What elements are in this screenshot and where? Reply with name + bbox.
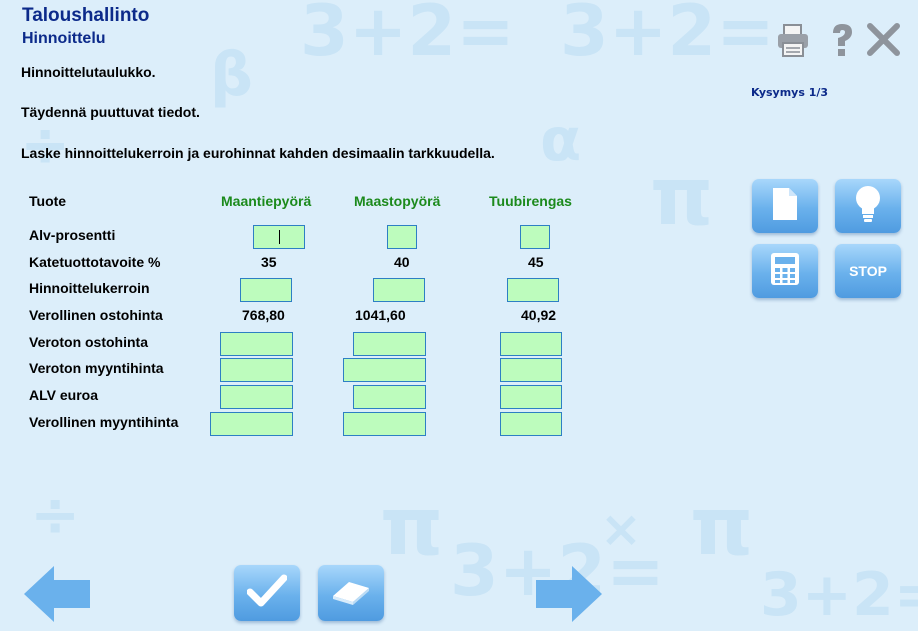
clear-answers-button[interactable]: [318, 565, 384, 621]
input-veroton-myyntihinta-maastopyora[interactable]: [343, 358, 426, 382]
input-alv-euroa-tuubirengas[interactable]: [500, 385, 562, 409]
input-veroton-ostohinta-tuubirengas[interactable]: [500, 332, 562, 356]
input-verollinen-myyntihinta-maantiepyora[interactable]: [210, 412, 293, 436]
stop-label: STOP: [849, 263, 887, 279]
instruction-line-1: Hinnoittelutaulukko.: [21, 64, 156, 80]
checkmark-icon: [246, 574, 288, 613]
arrow-right-icon[interactable]: [532, 562, 604, 626]
value-katetuottotavoite-tuubirengas: 45: [528, 254, 544, 270]
row-label-veroton-ostohinta: Veroton ostohinta: [29, 334, 148, 350]
row-label-alv-prosentti: Alv-prosentti: [29, 227, 116, 243]
row-label-verollinen-myyntihinta: Verollinen myyntihinta: [29, 414, 179, 430]
input-verollinen-myyntihinta-maastopyora[interactable]: [343, 412, 426, 436]
row-label-katetuottotavoite: Katetuottotavoite %: [29, 254, 161, 270]
calculator-button[interactable]: [752, 244, 818, 298]
row-label-verollinen-ostohinta: Verollinen ostohinta: [29, 307, 163, 323]
document-icon: [770, 186, 800, 227]
instruction-line-3: Laske hinnoittelukerroin ja eurohinnat k…: [21, 145, 495, 161]
product-header-maastopyora: Maastopyörä: [354, 193, 441, 209]
value-verollinen-ostohinta-maantiepyora: 768,80: [242, 307, 285, 323]
row-label-veroton-myyntihinta: Veroton myyntihinta: [29, 360, 164, 376]
input-alv-prosentti-maantiepyora[interactable]: [253, 225, 305, 249]
input-alv-prosentti-tuubirengas[interactable]: [520, 225, 550, 249]
printer-icon[interactable]: [773, 20, 813, 60]
value-katetuottotavoite-maastopyora: 40: [394, 254, 410, 270]
value-verollinen-ostohinta-tuubirengas: 40,92: [521, 307, 557, 323]
input-alv-euroa-maastopyora[interactable]: [353, 385, 426, 409]
input-veroton-ostohinta-maastopyora[interactable]: [353, 332, 426, 356]
input-hinnoittelukerroin-maastopyora[interactable]: [373, 278, 425, 302]
app-title: Taloushallinto: [22, 5, 150, 26]
input-hinnoittelukerroin-maantiepyora[interactable]: [240, 278, 292, 302]
arrow-left-icon[interactable]: [22, 562, 94, 626]
close-icon[interactable]: [864, 20, 904, 60]
check-answer-button[interactable]: [234, 565, 300, 621]
input-veroton-myyntihinta-maantiepyora[interactable]: [220, 358, 293, 382]
lightbulb-icon: [853, 184, 883, 229]
section-subtitle: Hinnoittelu: [22, 30, 106, 47]
input-verollinen-myyntihinta-tuubirengas[interactable]: [500, 412, 562, 436]
question-counter: Kysymys 1/3: [751, 86, 829, 99]
input-alv-prosentti-maastopyora[interactable]: [387, 225, 417, 249]
eraser-icon: [329, 576, 373, 611]
product-header-tuubirengas: Tuubirengas: [489, 193, 572, 209]
input-veroton-myyntihinta-tuubirengas[interactable]: [500, 358, 562, 382]
value-verollinen-ostohinta-maastopyora: 1041,60: [355, 307, 406, 323]
hint-button[interactable]: [835, 179, 901, 233]
instruction-line-2: Täydennä puuttuvat tiedot.: [21, 104, 200, 120]
input-veroton-ostohinta-maantiepyora[interactable]: [220, 332, 293, 356]
calculator-icon: [770, 252, 800, 291]
question-mark-icon[interactable]: [822, 20, 862, 60]
product-header-maantiepyora: Maantiepyörä: [221, 193, 312, 209]
stop-button[interactable]: STOP: [835, 244, 901, 298]
row-label-alv-euroa: ALV euroa: [29, 387, 98, 403]
input-hinnoittelukerroin-tuubirengas[interactable]: [507, 278, 559, 302]
value-katetuottotavoite-maantiepyora: 35: [261, 254, 277, 270]
input-alv-euroa-maantiepyora[interactable]: [220, 385, 293, 409]
text-cursor: [279, 230, 280, 244]
document-button[interactable]: [752, 179, 818, 233]
row-label-hinnoittelukerroin: Hinnoittelukerroin: [29, 280, 150, 296]
product-column-label: Tuote: [29, 193, 67, 209]
